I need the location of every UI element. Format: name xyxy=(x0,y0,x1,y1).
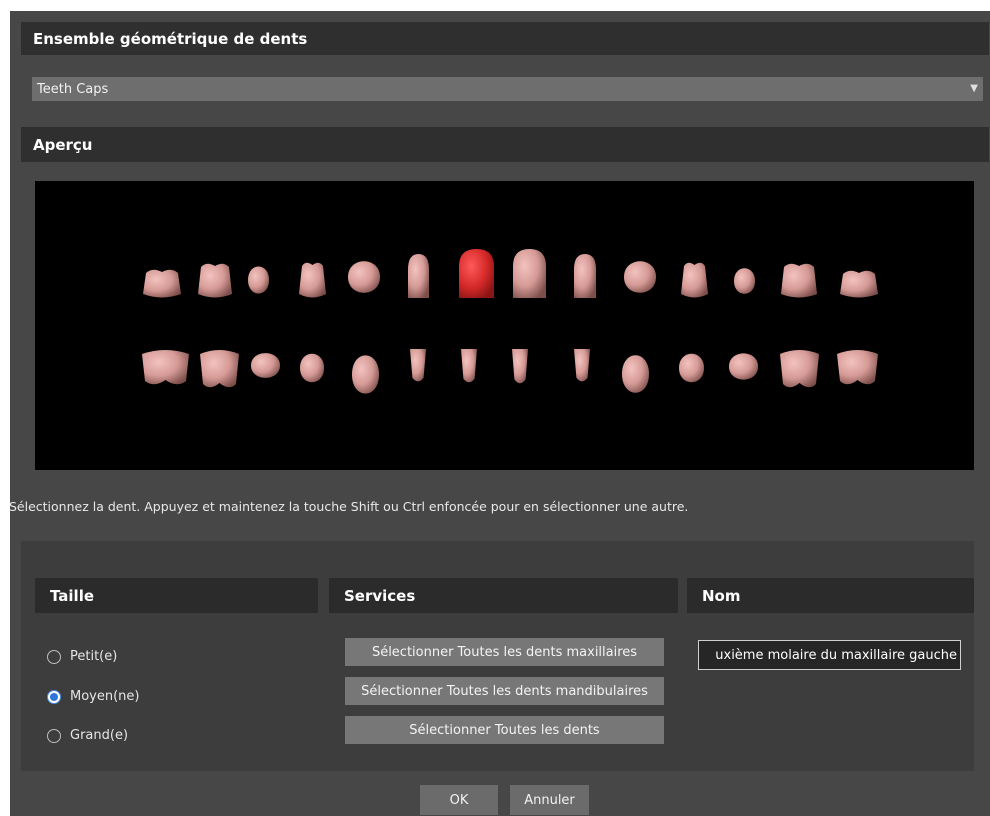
tooth-upper[interactable] xyxy=(348,261,380,293)
select-all-teeth-button[interactable]: Sélectionner Toutes les dents xyxy=(345,716,664,744)
radio-large[interactable] xyxy=(47,728,61,743)
services-title: Services xyxy=(344,586,416,605)
tooth-lower[interactable] xyxy=(729,353,758,380)
selection-hint: Sélectionnez la dent. Appuyez et mainten… xyxy=(9,499,689,514)
tooth-lower[interactable] xyxy=(410,349,426,382)
tooth-lower[interactable] xyxy=(461,349,477,383)
services-header: Services xyxy=(329,578,678,613)
tooth-upper[interactable] xyxy=(840,270,878,298)
tooth-upper[interactable] xyxy=(143,269,181,298)
tooth-upper[interactable] xyxy=(408,254,429,298)
tooth-upper[interactable] xyxy=(734,268,755,294)
tooth-upper[interactable] xyxy=(624,261,656,293)
preview-title: Aperçu xyxy=(33,135,93,154)
size-title: Taille xyxy=(50,586,95,605)
tooth-lower[interactable] xyxy=(352,355,379,394)
tooth-upper-selected[interactable] xyxy=(459,249,494,298)
dropdown-value: Teeth Caps xyxy=(37,81,109,97)
tooth-lower[interactable] xyxy=(300,353,324,383)
tooth-lower[interactable] xyxy=(142,350,189,385)
size-option-medium[interactable]: Moyen(ne) xyxy=(47,689,139,704)
tooth-upper[interactable] xyxy=(781,263,817,298)
chevron-down-icon[interactable]: ▼ xyxy=(970,83,978,94)
size-option-label: Moyen(ne) xyxy=(70,689,140,704)
radio-medium[interactable] xyxy=(47,689,61,704)
geometry-set-header: Ensemble géométrique de dents xyxy=(21,22,989,55)
size-header: Taille xyxy=(35,578,318,613)
size-option-label: Grand(e) xyxy=(70,728,129,743)
ok-button[interactable]: OK xyxy=(420,785,498,815)
select-all-maxillary-button[interactable]: Sélectionner Toutes les dents maxillaire… xyxy=(345,638,664,666)
select-all-mandibular-button[interactable]: Sélectionner Toutes les dents mandibulai… xyxy=(345,677,664,705)
tooth-upper[interactable] xyxy=(198,263,232,298)
name-header: Nom xyxy=(687,578,974,613)
tooth-lower[interactable] xyxy=(780,350,819,388)
geometry-set-dropdown[interactable]: Teeth Caps ▼ xyxy=(32,77,983,101)
size-option-small[interactable]: Petit(e) xyxy=(47,649,117,664)
tooth-upper[interactable] xyxy=(681,262,708,298)
tooth-lower[interactable] xyxy=(622,355,649,393)
tooth-name-value: uxième molaire du maxillaire gauche xyxy=(715,647,957,663)
cancel-button[interactable]: Annuler xyxy=(510,785,589,815)
radio-small[interactable] xyxy=(47,649,61,664)
tooth-upper[interactable] xyxy=(574,254,596,298)
size-option-large[interactable]: Grand(e) xyxy=(47,728,128,743)
geometry-set-title: Ensemble géométrique de dents xyxy=(33,29,308,48)
preview-header: Aperçu xyxy=(21,127,989,162)
tooth-lower[interactable] xyxy=(574,349,590,382)
teeth-preview-viewport[interactable] xyxy=(35,181,974,470)
dialog-window: Ensemble géométrique de dents Teeth Caps… xyxy=(9,11,990,816)
size-option-label: Petit(e) xyxy=(70,649,118,664)
tooth-upper[interactable] xyxy=(299,262,326,298)
tooth-lower[interactable] xyxy=(200,350,239,388)
tooth-lower[interactable] xyxy=(837,350,878,385)
name-title: Nom xyxy=(702,586,741,605)
teeth-preview-canvas[interactable] xyxy=(35,181,974,470)
tooth-upper[interactable] xyxy=(248,266,269,294)
tooth-name-field[interactable]: uxième molaire du maxillaire gauche xyxy=(698,640,961,670)
tooth-lower[interactable] xyxy=(512,349,528,384)
tooth-lower[interactable] xyxy=(251,353,280,378)
options-panel: Taille Services Nom Petit(e) Moyen(ne) G… xyxy=(21,541,974,771)
tooth-upper[interactable] xyxy=(513,249,546,298)
tooth-lower[interactable] xyxy=(679,353,704,383)
